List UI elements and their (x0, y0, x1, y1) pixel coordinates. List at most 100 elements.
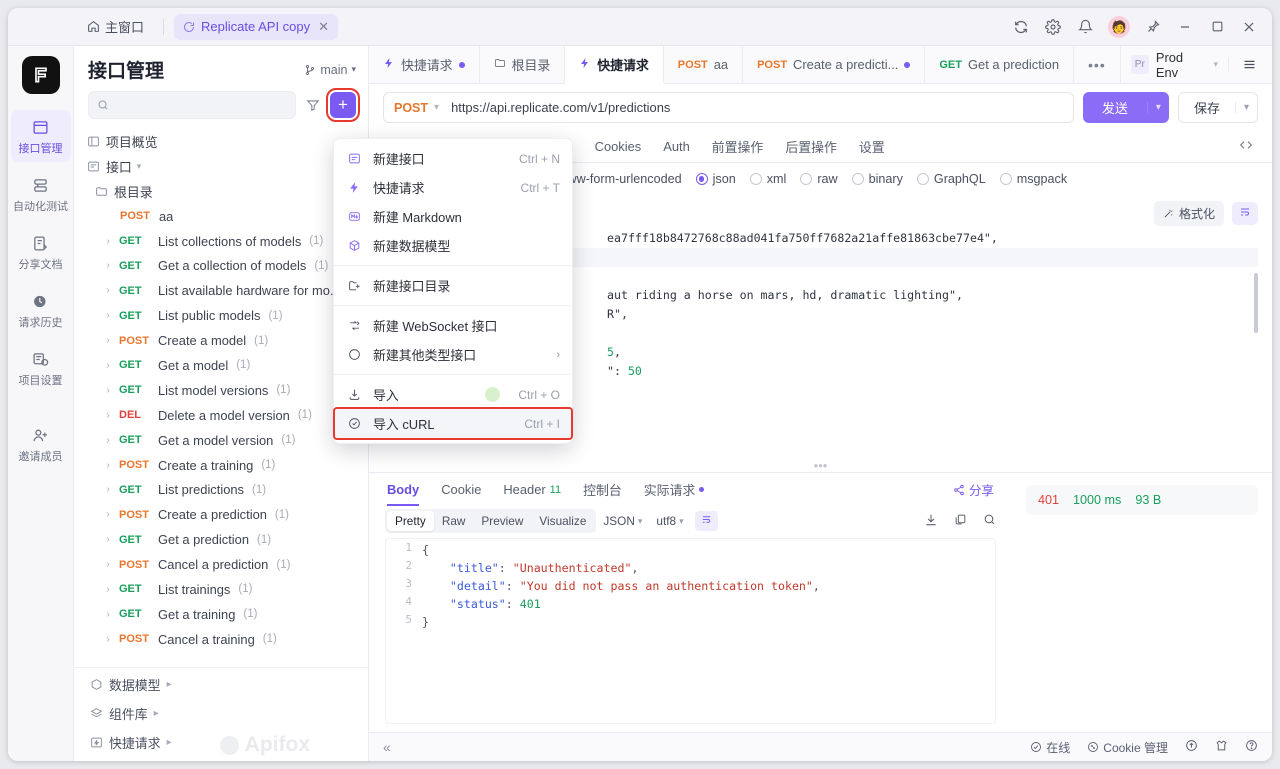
menu-item-websocket[interactable]: 新建 WebSocket 接口 (334, 311, 572, 340)
response-word-wrap-icon[interactable] (695, 511, 718, 531)
content-tab[interactable]: 根目录 (480, 46, 566, 83)
request-tab[interactable]: 后置操作 (785, 137, 837, 156)
url-value[interactable]: https://api.replicate.com/v1/predictions (451, 100, 670, 115)
view-mode-pretty[interactable]: Pretty (387, 511, 434, 531)
environment-selector[interactable]: Pr Prod Env ▾ (1120, 46, 1228, 83)
request-tab[interactable]: Cookies (595, 139, 642, 154)
pin-icon[interactable] (1144, 18, 1162, 36)
radio-button[interactable] (852, 173, 864, 185)
upgrade-icon[interactable] (1185, 739, 1198, 755)
body-type-option[interactable]: xml (750, 172, 787, 186)
word-wrap-icon[interactable] (1232, 202, 1258, 225)
view-mode-preview[interactable]: Preview (473, 511, 531, 531)
rail-item-project-settings[interactable]: 项目设置 (11, 342, 71, 394)
chevron-right-icon[interactable]: › (102, 609, 114, 620)
tree-item-api[interactable]: ›GETGet a training(1) (74, 602, 368, 627)
panel-splitter[interactable]: ••• (369, 458, 1272, 472)
tree-item-api[interactable]: ›GETGet a model(1) (74, 353, 368, 378)
encoding-select[interactable]: utf8 ▾ (649, 514, 690, 528)
chevron-right-icon[interactable]: › (102, 285, 114, 296)
hamburger-icon[interactable] (1228, 57, 1270, 72)
radio-button[interactable] (696, 173, 708, 185)
menu-item-import[interactable]: 导入Ctrl + O (334, 380, 572, 409)
response-tab[interactable]: Body (387, 482, 419, 497)
refresh-icon[interactable] (1012, 18, 1030, 36)
search-input[interactable] (88, 91, 296, 119)
response-body[interactable]: 12345 { "title": "Unauthenticated", "det… (385, 538, 996, 724)
close-tab-icon[interactable]: ✕ (318, 19, 329, 35)
response-tab[interactable]: Header11 (503, 482, 561, 497)
tree-item-api[interactable]: ›POSTCancel a prediction(1) (74, 552, 368, 577)
chevron-right-icon[interactable]: › (102, 509, 114, 520)
chevron-right-icon[interactable]: › (102, 484, 114, 495)
send-dropdown-icon[interactable]: ▾ (1147, 102, 1169, 113)
close-icon[interactable] (1240, 18, 1258, 36)
tree-item-api[interactable]: ›GETList public models(1) (74, 303, 368, 328)
sidebar-item-component-library[interactable]: 组件库 ▸ (74, 699, 368, 728)
editor-scrollbar[interactable] (1254, 273, 1258, 333)
request-tab[interactable]: 设置 (859, 137, 885, 156)
content-tab[interactable]: POSTCreate a predicti... (743, 46, 925, 83)
chevron-right-icon[interactable]: › (102, 335, 114, 346)
tree-item-api[interactable]: ›POSTCreate a prediction(1) (74, 502, 368, 527)
rail-item-automated-test[interactable]: 自动化测试 (11, 168, 71, 220)
chevron-right-icon[interactable]: › (102, 534, 114, 545)
tree-item-api[interactable]: ›GETList collections of models(1) (74, 229, 368, 254)
menu-item-markdown[interactable]: 新建 Markdown (334, 202, 572, 231)
chevron-right-icon[interactable]: › (102, 460, 114, 471)
response-tab[interactable]: 实际请求 (644, 480, 705, 499)
copy-icon[interactable] (954, 513, 967, 530)
format-select[interactable]: JSON ▾ (596, 514, 649, 528)
content-tab[interactable]: GETGet a prediction (925, 46, 1074, 83)
tree-item-root-folder[interactable]: 根目录 (74, 179, 368, 204)
menu-item-import-curl[interactable]: 导入 cURLCtrl + I (334, 409, 572, 438)
tree-item-api[interactable]: ›GETGet a collection of models(1) (74, 253, 368, 278)
url-field[interactable]: POST ▾ https://api.replicate.com/v1/pred… (383, 92, 1074, 123)
chevron-right-icon[interactable]: › (102, 385, 114, 396)
chevron-right-icon[interactable]: › (102, 260, 114, 271)
tree-item-api[interactable]: ›GETList model versions(1) (74, 378, 368, 403)
rail-item-share-docs[interactable]: 分享文档 (11, 226, 71, 278)
main-window-tab[interactable]: 主窗口 (78, 13, 153, 40)
rail-item-request-history[interactable]: 请求历史 (11, 284, 71, 336)
send-button[interactable]: 发送 ▾ (1083, 92, 1169, 123)
radio-button[interactable] (917, 173, 929, 185)
chevron-right-icon[interactable]: › (102, 435, 114, 446)
response-tab[interactable]: 控制台 (583, 480, 622, 499)
radio-button[interactable] (1000, 173, 1012, 185)
radio-button[interactable] (800, 173, 812, 185)
chevron-right-icon[interactable]: › (102, 236, 114, 247)
body-type-option[interactable]: msgpack (1000, 172, 1067, 186)
view-mode-visualize[interactable]: Visualize (531, 511, 594, 531)
chevron-right-icon[interactable]: › (102, 559, 114, 570)
project-tab[interactable]: Replicate API copy ✕ (174, 14, 338, 40)
menu-item-other-type[interactable]: 新建其他类型接口› (334, 340, 572, 369)
rail-item-api-management[interactable]: 接口管理 (11, 110, 71, 162)
sidebar-item-data-model[interactable]: 数据模型 ▸ (74, 670, 368, 699)
menu-item-new-folder[interactable]: 新建接口目录 (334, 271, 572, 300)
tree-item-api[interactable]: ›GETGet a model version(1) (74, 428, 368, 453)
tree-item-api[interactable]: ›POSTCreate a model(1) (74, 328, 368, 353)
branch-selector[interactable]: main ▾ (304, 63, 356, 77)
bell-icon[interactable] (1076, 18, 1094, 36)
tree-item-api[interactable]: ›DELDelete a model version(1) (74, 403, 368, 428)
request-tab[interactable]: Auth (663, 139, 690, 154)
collapse-sidebar-button[interactable]: « (383, 739, 391, 755)
gear-icon[interactable] (1044, 18, 1062, 36)
rail-item-invite-member[interactable]: 邀请成员 (11, 418, 71, 470)
http-method[interactable]: POST (394, 101, 428, 115)
menu-item-data-model[interactable]: 新建数据模型 (334, 231, 572, 260)
tree-item-api[interactable]: ›POSTCancel a training(1) (74, 627, 368, 652)
share-button[interactable]: 分享 (953, 480, 994, 499)
menu-item-new-api[interactable]: 新建接口Ctrl + N (334, 144, 572, 173)
filter-icon[interactable] (302, 94, 324, 116)
tree-item-api[interactable]: ›GETGet a prediction(1) (74, 527, 368, 552)
tree-item-api-group[interactable]: 接口 ▾ (74, 154, 368, 179)
chevron-right-icon[interactable]: › (102, 310, 114, 321)
download-icon[interactable] (924, 513, 938, 530)
content-tab[interactable]: 快捷请求 (369, 46, 480, 83)
shirt-icon[interactable] (1215, 739, 1228, 755)
help-icon[interactable] (1245, 739, 1258, 755)
cookie-manager-button[interactable]: Cookie 管理 (1087, 739, 1168, 756)
tree-item-api[interactable]: ›POSTCreate a training(1) (74, 453, 368, 478)
